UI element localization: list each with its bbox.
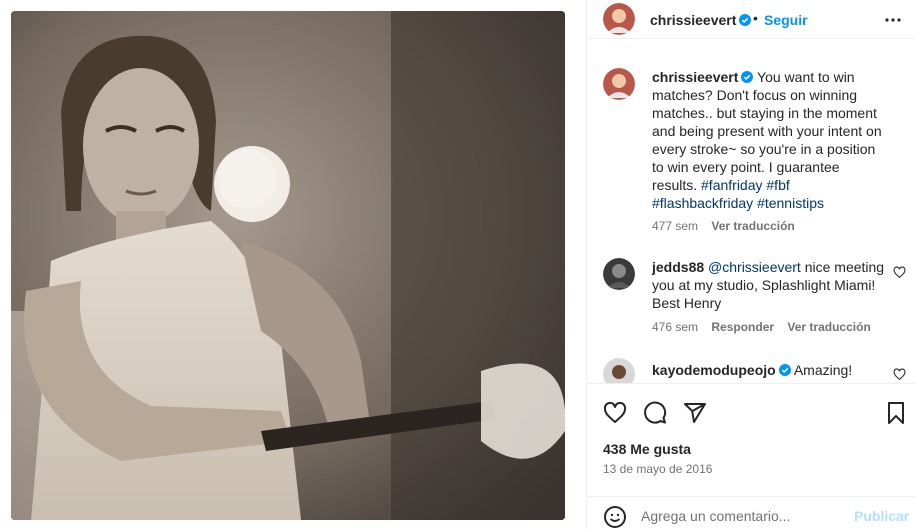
comment-text: jedds88 @chrissieevert nice meeting you … bbox=[652, 258, 887, 312]
caption-username[interactable]: chrissieevert bbox=[652, 69, 738, 85]
comment-username[interactable]: kayodemodupeojo bbox=[652, 362, 776, 378]
comment-body: Amazing! bbox=[793, 362, 853, 378]
hashtag-link[interactable]: #tennistips bbox=[757, 195, 824, 211]
author-avatar[interactable] bbox=[603, 3, 635, 35]
comments-section[interactable]: chrissieevert You want to win matches? D… bbox=[587, 40, 915, 383]
post-header: chrissieevert • Seguir bbox=[587, 0, 915, 39]
comment-composer: Publicar bbox=[587, 496, 915, 529]
comment-avatar[interactable] bbox=[603, 258, 635, 290]
comment-like-heart-icon[interactable] bbox=[893, 368, 906, 381]
more-options-icon[interactable] bbox=[883, 10, 903, 30]
reply-button[interactable]: Responder bbox=[711, 320, 774, 334]
translate-button[interactable]: Ver traducción bbox=[787, 320, 870, 334]
hashtag-link[interactable]: #fbf bbox=[766, 177, 789, 193]
share-icon[interactable] bbox=[683, 401, 707, 425]
caption-time: 477 sem bbox=[652, 219, 699, 233]
comment-icon[interactable] bbox=[643, 401, 667, 425]
hashtag-link[interactable]: #flashbackfriday bbox=[652, 195, 753, 211]
post-side-panel: chrissieevert • Seguir chrissieevert You… bbox=[586, 0, 915, 529]
post-actions: 438 Me gusta 13 de mayo de 2016 Publicar bbox=[587, 383, 915, 529]
author-username[interactable]: chrissieevert bbox=[650, 12, 752, 28]
verified-badge-icon bbox=[741, 71, 754, 83]
comment-meta: 476 sem Responder Ver traducción bbox=[652, 320, 881, 334]
comment-avatar[interactable] bbox=[603, 358, 635, 383]
heart-icon[interactable] bbox=[603, 401, 627, 425]
publish-button[interactable]: Publicar bbox=[854, 508, 909, 524]
caption-avatar[interactable] bbox=[603, 68, 635, 100]
hashtag-link[interactable]: #fanfriday bbox=[701, 177, 762, 193]
comment-input[interactable] bbox=[641, 505, 841, 527]
emoji-icon[interactable] bbox=[603, 505, 627, 529]
likes-count[interactable]: 438 Me gusta bbox=[603, 441, 691, 457]
post-media bbox=[0, 0, 586, 529]
follow-button[interactable]: Seguir bbox=[764, 12, 808, 28]
caption-body: You want to win matches? Don't focus on … bbox=[652, 69, 882, 193]
comment-like-heart-icon[interactable] bbox=[893, 266, 906, 279]
caption-text: chrissieevert You want to win matches? D… bbox=[652, 68, 887, 212]
bookmark-icon[interactable] bbox=[884, 401, 908, 425]
translate-button[interactable]: Ver traducción bbox=[711, 219, 794, 233]
header-separator: • bbox=[753, 10, 758, 26]
mention-link[interactable]: @chrissieevert bbox=[708, 259, 801, 275]
comment-username[interactable]: jedds88 bbox=[652, 259, 704, 275]
verified-badge-icon bbox=[778, 364, 791, 376]
caption-meta: 477 sem Ver traducción bbox=[652, 219, 805, 233]
post-date: 13 de mayo de 2016 bbox=[603, 462, 713, 476]
verified-badge-icon bbox=[739, 14, 752, 26]
comment-text: kayodemodupeojo Amazing! bbox=[652, 361, 887, 379]
post-photo[interactable] bbox=[11, 11, 565, 520]
comment-time: 476 sem bbox=[652, 320, 699, 334]
